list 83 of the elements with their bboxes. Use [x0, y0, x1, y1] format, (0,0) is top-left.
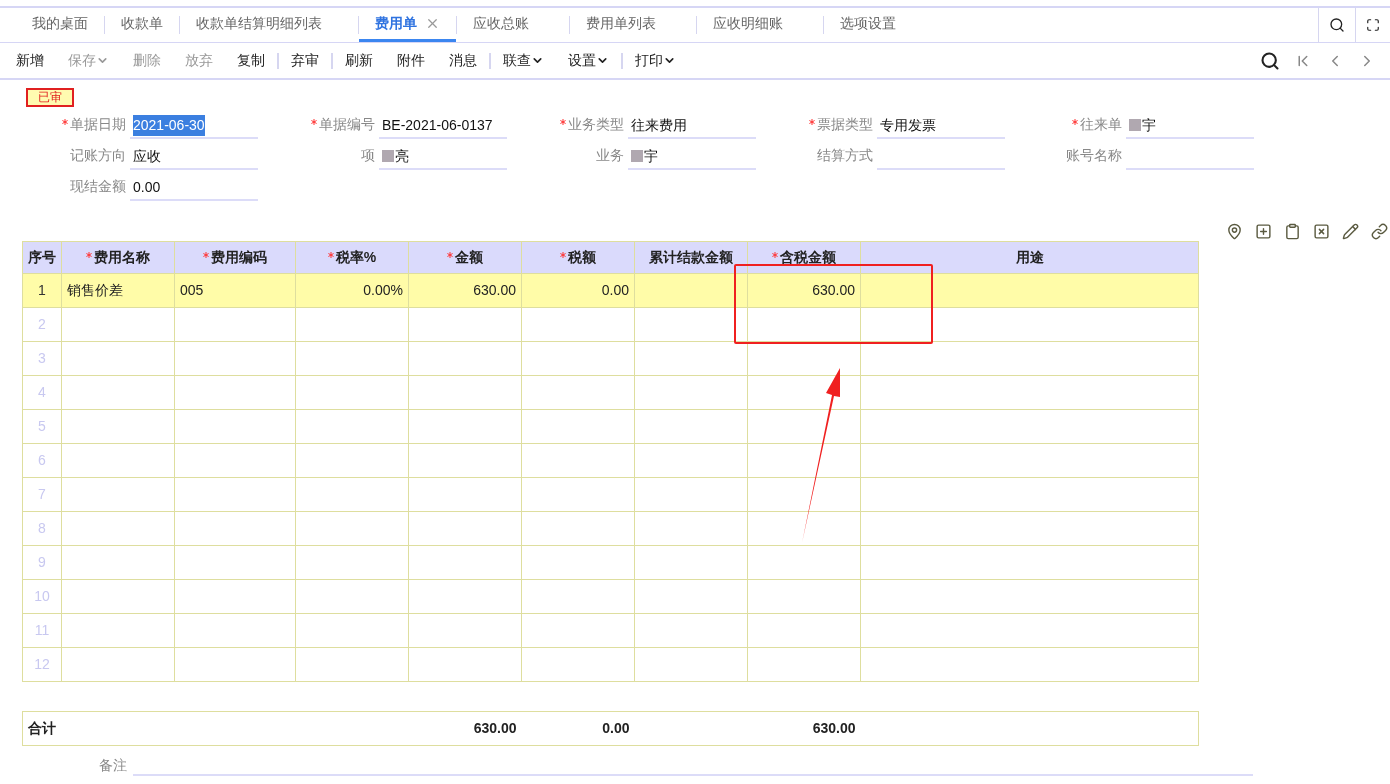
toolbar-button[interactable]: 新增: [16, 50, 44, 71]
column-header: 费用名称: [61, 241, 175, 274]
field-label: 单据日期: [17, 114, 130, 139]
column-header: 用途: [860, 241, 1199, 274]
field-label: 账号名称: [1065, 146, 1123, 165]
field-label: 业务类型: [515, 114, 628, 139]
table-cell: 630.00: [473, 282, 516, 298]
blurred-patch: [631, 150, 643, 162]
delete-row-icon[interactable]: [1313, 223, 1330, 240]
edit-icon[interactable]: [1342, 223, 1359, 240]
input-field[interactable]: 往来费用: [628, 113, 756, 139]
table-cell: 0.00: [601, 282, 629, 298]
required-icon: [62, 119, 68, 126]
required-icon: [86, 252, 92, 259]
tab[interactable]: 费用单: [359, 8, 456, 42]
table-cell: 630.00: [812, 282, 855, 298]
toolbar-button[interactable]: 打印: [635, 50, 676, 71]
link-icon[interactable]: [1371, 223, 1388, 240]
required-icon: [311, 119, 317, 126]
input-field[interactable]: 0.00: [130, 175, 258, 201]
input-field[interactable]: 2021-06-30: [130, 113, 258, 139]
column-header: 费用编码: [174, 241, 296, 274]
preview-icon[interactable]: [1260, 50, 1280, 71]
required-icon: [560, 119, 566, 126]
required-icon: [1072, 119, 1078, 126]
input-field[interactable]: 宇: [1126, 113, 1254, 139]
input-field[interactable]: 应收: [130, 144, 258, 170]
tab[interactable]: 收款单结算明细列表: [180, 8, 358, 42]
close-icon[interactable]: [425, 16, 440, 31]
column-header: 税率%: [295, 241, 409, 274]
field-label: 项: [360, 146, 376, 165]
add-row-icon[interactable]: [1255, 223, 1272, 240]
total-cell: 630.00: [812, 720, 856, 736]
blurred-patch: [1129, 119, 1141, 131]
tab[interactable]: 我的桌面: [16, 8, 104, 42]
toolbar-button[interactable]: 刷新: [345, 50, 373, 71]
field-label: 票据类型: [764, 114, 877, 139]
status-tag: 已审: [26, 88, 74, 107]
required-icon: [560, 252, 566, 259]
toolbar-button[interactable]: 弃审: [291, 50, 319, 71]
required-icon: [772, 252, 778, 259]
column-header: 税额: [521, 241, 635, 274]
column-header: 序号: [22, 241, 62, 274]
field-label: 备注: [99, 756, 128, 775]
field-label: 单据编号: [266, 114, 379, 139]
column-header: 金额: [408, 241, 522, 274]
toolbar-button[interactable]: 附件: [397, 50, 425, 71]
total-cell: 630.00: [473, 720, 517, 736]
input-field[interactable]: 宇: [628, 144, 756, 170]
field-label: 结算方式: [816, 146, 874, 165]
blurred-patch: [382, 150, 394, 162]
table-cell: 销售价差: [67, 282, 123, 298]
toolbar-button[interactable]: 复制: [237, 50, 265, 71]
toolbar-button[interactable]: 联查: [503, 50, 544, 71]
required-icon: [203, 252, 209, 259]
required-icon: [447, 252, 453, 259]
field-label: 现结金额: [69, 177, 127, 196]
tab[interactable]: 收款单: [105, 8, 179, 42]
total-cell: 合计: [28, 720, 56, 736]
column-header: 含税金额: [747, 241, 861, 274]
required-icon: [327, 252, 334, 259]
table-cell: 005: [180, 282, 204, 298]
field-label: 业务: [595, 146, 625, 165]
column-header: 累计结款金额: [634, 241, 748, 274]
input-field[interactable]: 专用发票: [877, 113, 1005, 139]
fullscreen-icon[interactable]: [1366, 18, 1380, 32]
tab[interactable]: 费用单列表: [570, 8, 696, 42]
input-field[interactable]: 亮: [379, 144, 507, 170]
required-icon: [809, 119, 815, 126]
location-icon[interactable]: [1226, 223, 1243, 240]
toolbar-button[interactable]: 设置: [568, 50, 609, 71]
clipboard-icon[interactable]: [1284, 223, 1301, 240]
field-label: 往来单: [1013, 114, 1126, 139]
total-cell: 0.00: [602, 720, 630, 736]
row-number: 1: [38, 282, 46, 298]
toolbar-button[interactable]: 消息: [449, 50, 477, 71]
field-label: 记账方向: [69, 146, 127, 165]
tab[interactable]: 应收明细账: [697, 8, 823, 42]
search-icon[interactable]: [1329, 17, 1345, 33]
input-field[interactable]: BE-2021-06-0137: [379, 113, 507, 139]
table-cell: 0.00%: [363, 282, 403, 298]
tab[interactable]: 应收总账: [457, 8, 569, 42]
tab[interactable]: 选项设置: [824, 8, 936, 42]
